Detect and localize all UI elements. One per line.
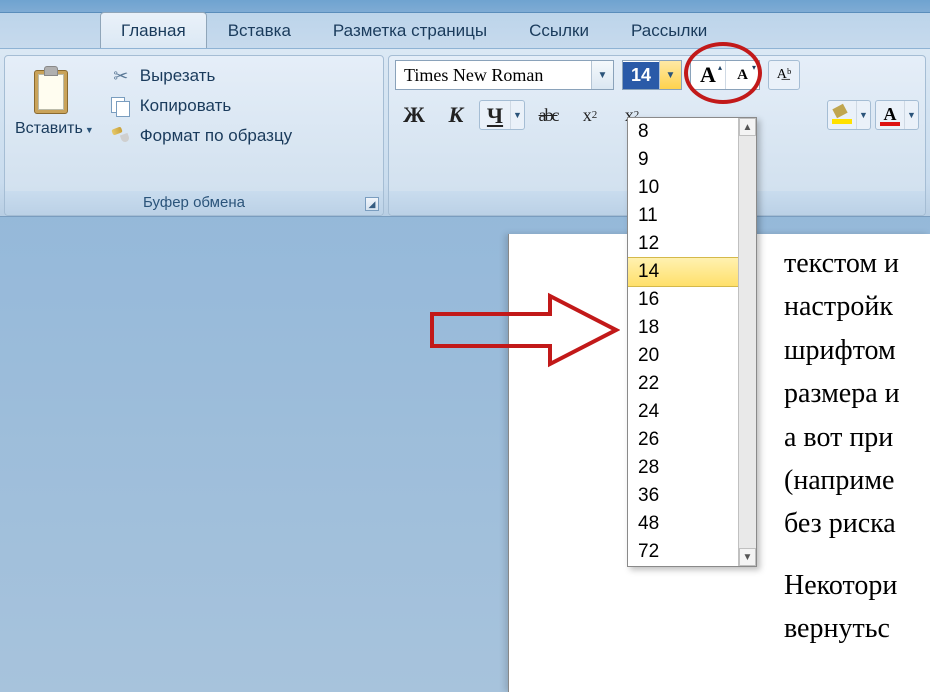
scroll-down-button[interactable]: ▼ [739,548,756,566]
doc-line: шрифтом [784,329,930,372]
format-painter-button[interactable]: Формат по образцу [106,124,296,148]
up-triangle-icon: ▴ [718,63,722,72]
chevron-down-icon: ▼ [85,125,94,135]
copy-label: Копировать [140,96,232,116]
font-size-option[interactable]: 9 [628,146,738,174]
subscript-button[interactable]: x2 [571,100,609,130]
down-triangle-icon: ▾ [752,63,756,72]
ribbon-tabs: Главная Вставка Разметка страницы Ссылки… [0,13,930,49]
copy-icon [110,96,132,116]
tab-page-layout[interactable]: Разметка страницы [312,12,508,48]
doc-line: настройк [784,285,930,328]
grow-shrink-group: A ▴ A ▾ [690,60,760,90]
document-text[interactable]: текстом и настройк шрифтом размера и а в… [784,242,930,651]
cut-button[interactable]: Вырезать [106,64,296,88]
font-size-option[interactable]: 14 [628,257,739,287]
font-size-option[interactable]: 36 [628,482,738,510]
brush-icon [110,126,132,146]
clipboard-dialog-launcher[interactable]: ◢ [365,197,379,211]
font-name-combo[interactable]: ▼ [395,60,614,90]
underline-dropdown[interactable]: ▼ [510,101,524,129]
font-size-option[interactable]: 72 [628,538,738,566]
doc-line: без риска [784,502,930,545]
font-size-option[interactable]: 12 [628,230,738,258]
copy-button[interactable]: Копировать [106,94,296,118]
doc-line: размера и [784,372,930,415]
tab-insert[interactable]: Вставка [207,12,312,48]
font-color-dropdown[interactable]: ▼ [904,101,918,129]
highlight-button[interactable]: ▼ [827,100,871,130]
italic-button[interactable]: К [437,100,475,130]
doc-line: а вот при [784,416,930,459]
font-color-button[interactable]: A ▼ [875,100,919,130]
font-size-option[interactable]: 26 [628,426,738,454]
font-size-option[interactable]: 8 [628,118,738,146]
doc-line: (наприме [784,459,930,502]
scissors-icon [110,66,132,86]
paste-label: Вставить [15,120,83,137]
underline-button[interactable]: Ч ▼ [479,100,525,130]
ribbon: Вставить▼ Вырезать Копировать Формат по … [0,49,930,217]
scroll-up-button[interactable]: ▲ [739,118,756,136]
strikethrough-button[interactable]: abc [529,100,567,130]
doc-line: текстом и [784,242,930,285]
font-size-option[interactable]: 10 [628,174,738,202]
shrink-font-button[interactable]: A ▾ [725,61,759,89]
group-clipboard: Вставить▼ Вырезать Копировать Формат по … [4,55,384,216]
tab-references[interactable]: Ссылки [508,12,610,48]
font-size-option[interactable]: 11 [628,202,738,230]
font-size-option[interactable]: 48 [628,510,738,538]
font-size-option[interactable]: 18 [628,314,738,342]
font-size-option[interactable]: 20 [628,342,738,370]
doc-line: Некотори [784,564,930,607]
annotation-arrow [430,292,620,368]
font-color-icon: A [879,104,901,126]
scrollbar[interactable]: ▲ ▼ [738,118,756,566]
highlight-dropdown[interactable]: ▼ [856,101,870,129]
font-size-option[interactable]: 16 [628,286,738,314]
tab-mailings[interactable]: Рассылки [610,12,728,48]
cut-label: Вырезать [140,66,216,86]
clipboard-group-label: Буфер обмена [143,194,245,211]
doc-line: вернутьс [784,607,930,650]
font-size-option[interactable]: 22 [628,370,738,398]
font-size-option[interactable]: 24 [628,398,738,426]
font-size-dropdown-button[interactable]: ▼ [659,61,681,89]
font-name-input[interactable] [396,62,591,89]
bold-button[interactable]: Ж [395,100,433,130]
clear-formatting-button[interactable]: A͟ᵇ [768,60,800,90]
clipboard-icon [32,64,76,116]
clear-formatting-icon: A͟ᵇ [777,67,791,83]
font-size-input[interactable] [623,62,659,89]
highlight-icon [832,105,852,125]
grow-font-button[interactable]: A ▴ [691,61,725,89]
font-size-option[interactable]: 28 [628,454,738,482]
format-painter-label: Формат по образцу [140,126,292,146]
font-name-dropdown-button[interactable]: ▼ [591,61,613,89]
font-size-dropdown-list[interactable]: 891011121416182022242628364872 ▲ ▼ [627,117,757,567]
font-size-combo[interactable]: ▼ [622,60,682,90]
paste-button[interactable]: Вставить▼ [9,60,100,142]
tab-home[interactable]: Главная [100,12,207,48]
